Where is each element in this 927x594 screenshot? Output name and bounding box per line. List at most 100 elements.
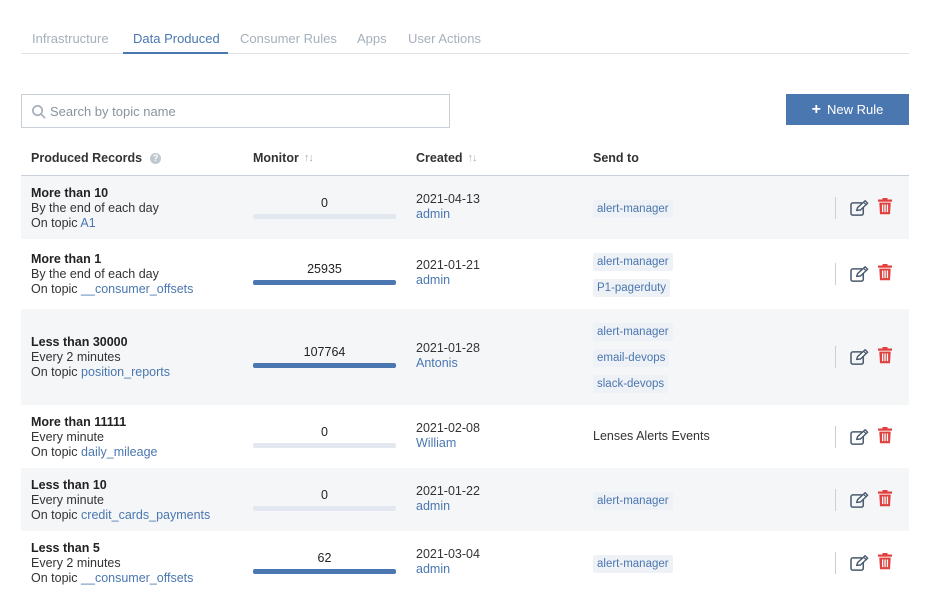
plus-icon: +: [811, 100, 821, 118]
row-actions: [835, 489, 899, 511]
send-to-chip[interactable]: alert-manager: [593, 253, 673, 271]
send-to-chip[interactable]: alert-manager: [593, 200, 673, 218]
sort-icon[interactable]: ↑↓: [304, 152, 314, 164]
tab-data-produced[interactable]: Data Produced: [133, 31, 220, 46]
tab-bar: Infrastructure Data Produced Consumer Ru…: [21, 24, 909, 54]
monitor-value: 25935: [307, 262, 342, 276]
topic-link[interactable]: __consumer_offsets: [81, 571, 193, 585]
column-send-to-label: Send to: [593, 151, 639, 165]
rule-period: Every minute: [31, 493, 104, 507]
column-produced-records-label: Produced Records: [31, 151, 143, 165]
row-actions: [835, 197, 899, 219]
rule-condition: More than 1: [31, 252, 102, 266]
created-cell: 2021-02-08 William: [416, 421, 480, 451]
monitor-cell: 0: [253, 196, 396, 219]
tab-apps[interactable]: Apps: [357, 31, 387, 46]
monitor-bar: [253, 363, 396, 368]
send-to-chip[interactable]: P1-pagerduty: [593, 279, 671, 297]
sort-icon[interactable]: ↑↓: [468, 152, 478, 164]
rule-condition: Less than 10: [31, 478, 107, 492]
topic-prefix: On topic: [31, 365, 78, 379]
edit-icon[interactable]: [850, 492, 869, 509]
send-to-chip[interactable]: alert-manager: [593, 492, 673, 510]
rule-period: Every 2 minutes: [31, 556, 121, 570]
trash-icon[interactable]: [878, 198, 892, 215]
active-tab-indicator: [123, 52, 228, 54]
rule-topic-line: On topic A1: [31, 216, 159, 231]
monitor-cell: 0: [253, 425, 396, 448]
new-rule-button[interactable]: + New Rule: [786, 94, 909, 125]
rule-period: By the end of each day: [31, 201, 159, 215]
column-created[interactable]: Created ↑↓: [416, 151, 478, 165]
created-date: 2021-01-28: [416, 341, 480, 355]
edit-icon[interactable]: [850, 555, 869, 572]
search-input[interactable]: [50, 96, 445, 126]
rule-period: Every minute: [31, 430, 104, 444]
table-row: Less than 10 Every minute On topic credi…: [21, 468, 909, 531]
produced-records-cell: More than 1 By the end of each day On to…: [31, 252, 193, 297]
topic-link[interactable]: credit_cards_payments: [81, 508, 210, 522]
topic-link[interactable]: __consumer_offsets: [81, 282, 193, 296]
search-icon: [32, 105, 46, 119]
trash-icon[interactable]: [878, 490, 892, 507]
tab-infrastructure[interactable]: Infrastructure: [32, 31, 109, 46]
trash-icon[interactable]: [878, 553, 892, 570]
send-to-chip[interactable]: email-devops: [593, 349, 670, 367]
monitor-bar: [253, 443, 396, 448]
monitor-bar: [253, 569, 396, 574]
created-by-user[interactable]: admin: [416, 207, 480, 222]
edit-icon[interactable]: [850, 200, 869, 217]
produced-records-cell: More than 10 By the end of each day On t…: [31, 186, 159, 231]
send-to-chip[interactable]: alert-manager: [593, 555, 673, 573]
send-to-text: Lenses Alerts Events: [593, 429, 710, 443]
send-to-chip[interactable]: slack-devops: [593, 375, 669, 393]
rule-topic-line: On topic daily_mileage: [31, 445, 157, 460]
trash-icon[interactable]: [878, 264, 892, 281]
rule-condition: More than 11111: [31, 415, 127, 429]
column-monitor[interactable]: Monitor ↑↓: [253, 151, 314, 165]
monitor-value: 0: [321, 196, 328, 210]
table-row: More than 1 By the end of each day On to…: [21, 239, 909, 309]
column-monitor-label: Monitor: [253, 151, 299, 165]
edit-icon[interactable]: [850, 349, 869, 366]
produced-records-cell: Less than 30000 Every 2 minutes On topic…: [31, 335, 170, 380]
rule-condition: Less than 30000: [31, 335, 128, 349]
trash-icon[interactable]: [878, 427, 892, 444]
created-date: 2021-04-13: [416, 192, 480, 206]
topic-prefix: On topic: [31, 508, 78, 522]
created-by-user[interactable]: admin: [416, 273, 480, 288]
row-actions: [835, 426, 899, 448]
topic-link[interactable]: daily_mileage: [81, 445, 157, 459]
column-produced-records: Produced Records ?: [31, 151, 162, 165]
created-by-user[interactable]: Antonis: [416, 356, 480, 371]
monitor-cell: 107764: [253, 345, 396, 368]
created-by-user[interactable]: admin: [416, 499, 480, 514]
topic-link[interactable]: A1: [80, 216, 95, 230]
tab-user-actions[interactable]: User Actions: [408, 31, 481, 46]
monitor-bar-fill: [253, 280, 396, 285]
produced-records-cell: Less than 10 Every minute On topic credi…: [31, 478, 210, 523]
created-date: 2021-03-04: [416, 547, 480, 561]
help-icon[interactable]: ?: [150, 152, 162, 164]
monitor-bar-fill: [253, 363, 396, 368]
send-to-chip[interactable]: alert-manager: [593, 323, 673, 341]
monitor-bar-fill: [253, 569, 396, 574]
created-cell: 2021-03-04 admin: [416, 547, 480, 577]
trash-icon[interactable]: [878, 347, 892, 364]
edit-icon[interactable]: [850, 429, 869, 446]
tab-consumer-rules[interactable]: Consumer Rules: [240, 31, 337, 46]
monitor-value: 0: [321, 488, 328, 502]
row-actions: [835, 552, 899, 574]
created-by-user[interactable]: admin: [416, 562, 480, 577]
topic-prefix: On topic: [31, 571, 78, 585]
rule-topic-line: On topic credit_cards_payments: [31, 508, 210, 523]
rule-condition: Less than 5: [31, 541, 100, 555]
monitor-value: 62: [317, 551, 332, 565]
monitor-value: 0: [321, 425, 328, 439]
column-created-label: Created: [416, 151, 463, 165]
created-by-user[interactable]: William: [416, 436, 480, 451]
table-row: Less than 30000 Every 2 minutes On topic…: [21, 309, 909, 405]
edit-icon[interactable]: [850, 266, 869, 283]
table-row: Less than 5 Every 2 minutes On topic __c…: [21, 531, 909, 594]
topic-link[interactable]: position_reports: [81, 365, 170, 379]
